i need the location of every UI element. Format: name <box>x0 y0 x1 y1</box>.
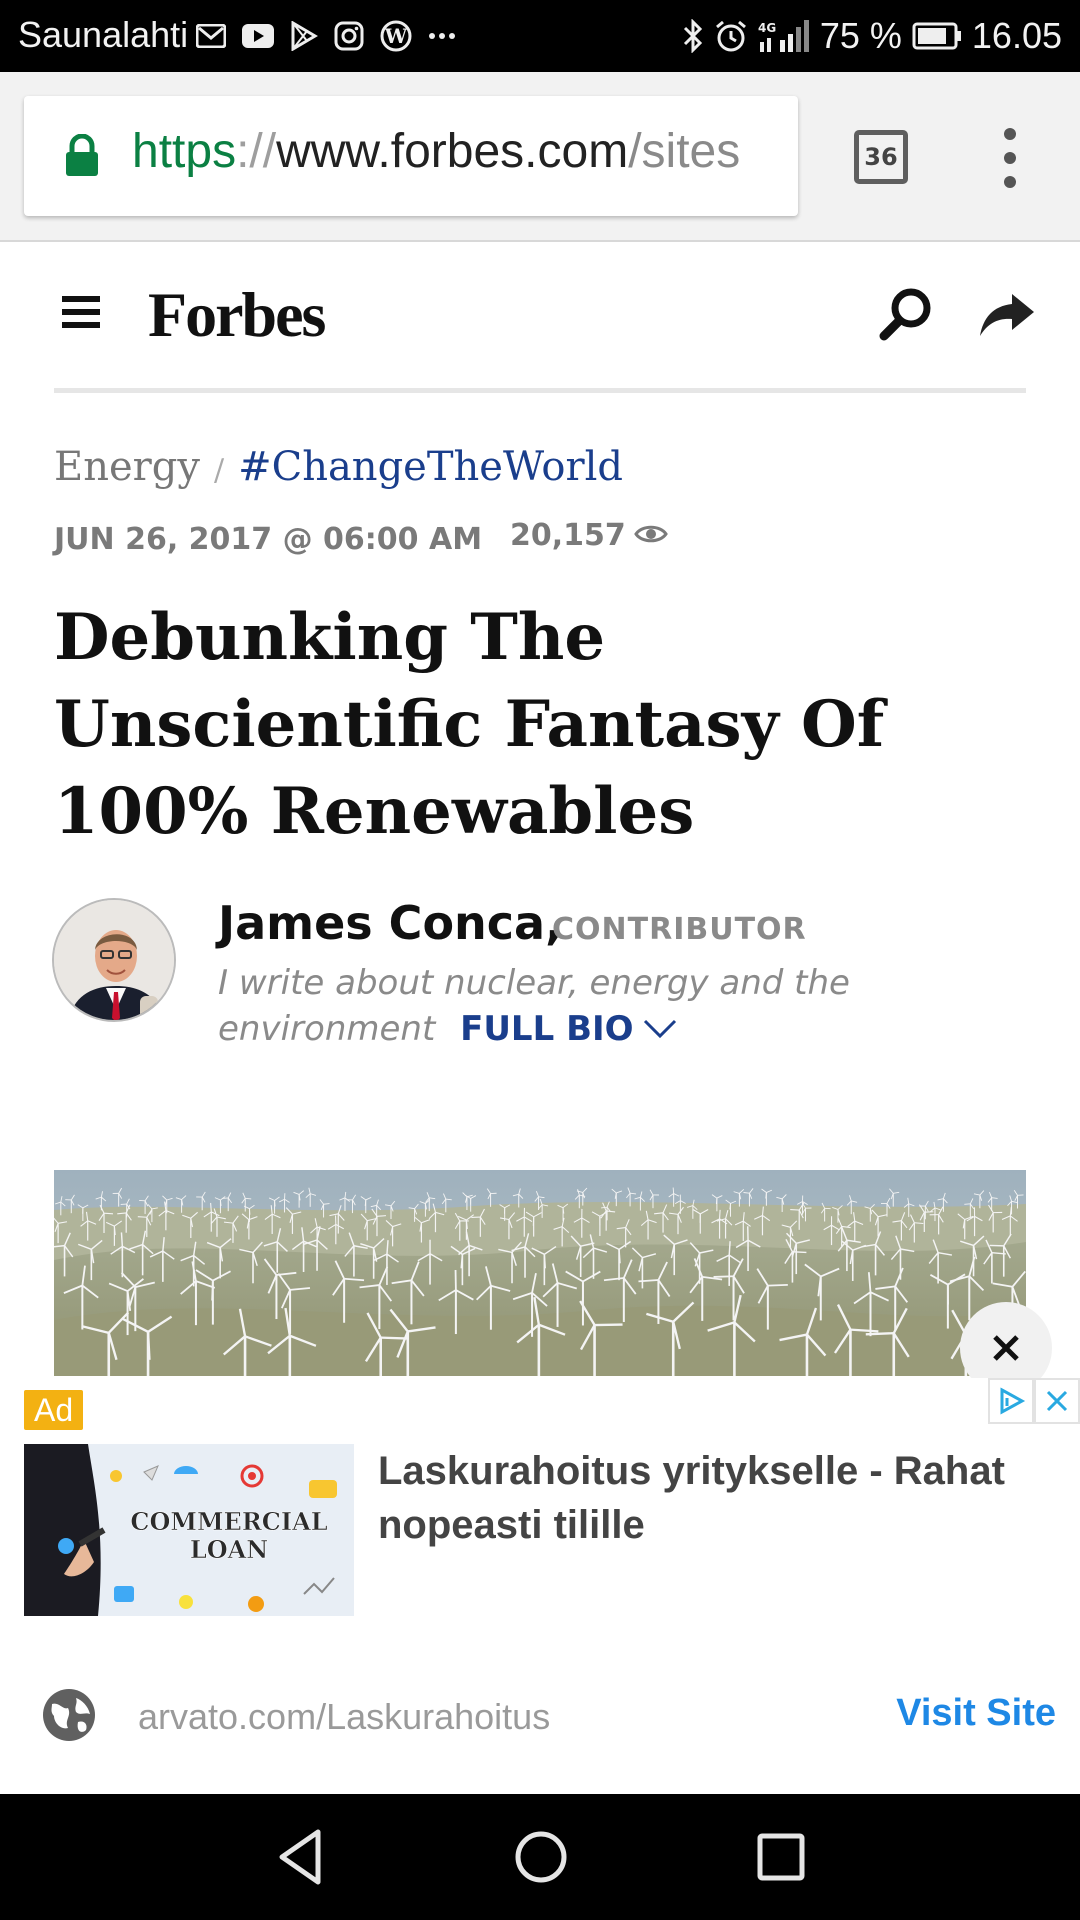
article-headline: Debunking The Unscientific Fantasy Of 10… <box>54 600 885 849</box>
secure-lock-icon[interactable] <box>64 133 100 183</box>
author-avatar[interactable] <box>52 898 176 1022</box>
visit-site-button[interactable]: Visit Site <box>896 1692 1056 1735</box>
close-icon <box>993 1335 1019 1361</box>
site-header: Forbes <box>0 244 1080 394</box>
play-store-icon <box>290 21 318 51</box>
header-divider <box>54 388 1026 393</box>
globe-icon <box>40 1686 98 1749</box>
search-icon[interactable] <box>878 286 934 347</box>
instagram-icon <box>334 21 364 51</box>
author-role: CONTRIBUTOR <box>552 912 807 947</box>
alarm-icon <box>714 19 748 53</box>
ad-title[interactable]: Laskurahoitus yritykselle - Rahat nopeas… <box>378 1444 1058 1552</box>
forbes-logo[interactable]: Forbes <box>148 278 326 352</box>
more-icon <box>428 32 456 40</box>
youtube-icon <box>242 24 274 48</box>
signal-4g-icon: 4G <box>758 18 810 54</box>
url-host: www.forbes.com <box>276 125 629 178</box>
ad-image[interactable]: COMMERCIAL LOAN <box>24 1444 354 1616</box>
carrier-name: Saunalahti <box>18 14 189 55</box>
url-path: /sites <box>628 125 741 178</box>
ad-banner[interactable]: Ad COMMERCIAL LOAN Laskurahoitus yrityks… <box>0 1378 1080 1794</box>
view-count-value: 20,157 <box>510 518 626 553</box>
breadcrumb: Energy / #ChangeTheWorld <box>54 444 623 490</box>
article-hero-image <box>54 1170 1026 1376</box>
adchoices-icon[interactable] <box>988 1378 1034 1424</box>
ad-choices[interactable] <box>988 1378 1080 1424</box>
url-scheme: https <box>132 125 237 178</box>
back-icon[interactable] <box>270 1824 330 1895</box>
svg-text:W: W <box>384 24 408 48</box>
browser-toolbar: https://www.forbes.com/sites 36 <box>0 72 1080 242</box>
status-bar: Saunalahti W 4G 75 % 16.05 <box>0 0 1080 72</box>
ad-close-icon[interactable] <box>1034 1378 1080 1424</box>
browser-menu-button[interactable] <box>994 128 1026 188</box>
url-text[interactable]: https://www.forbes.com/sites <box>132 124 740 179</box>
tab-switcher-button[interactable]: 36 <box>854 130 908 184</box>
full-bio-button[interactable]: FULL BIO <box>460 1006 677 1052</box>
wordpress-icon: W <box>380 20 412 52</box>
share-icon[interactable] <box>978 292 1036 343</box>
ad-domain[interactable]: arvato.com/Laskurahoitus <box>138 1696 550 1738</box>
svg-text:4G: 4G <box>758 21 776 35</box>
section-link[interactable]: Energy <box>54 444 200 490</box>
ad-image-text-line1: COMMERCIAL <box>130 1507 327 1536</box>
author-bio: I write about nuclear, energy and the en… <box>218 960 1038 1052</box>
breadcrumb-separator: / <box>213 453 225 488</box>
chevron-down-icon <box>643 1019 676 1039</box>
gmail-icon <box>196 24 226 48</box>
home-icon[interactable] <box>508 1824 574 1895</box>
battery-icon <box>912 22 962 50</box>
recents-icon[interactable] <box>748 1824 814 1895</box>
clock: 16.05 <box>971 15 1062 56</box>
url-separator: :// <box>236 125 277 178</box>
address-bar[interactable]: https://www.forbes.com/sites <box>24 96 798 216</box>
author-name[interactable]: James Conca, <box>218 896 563 950</box>
ad-badge: Ad <box>24 1390 84 1430</box>
battery-percent: 75 % <box>819 15 902 56</box>
notification-icons: W <box>196 18 456 54</box>
channel-link[interactable]: #ChangeTheWorld <box>238 444 623 490</box>
system-nav-bar <box>0 1794 1080 1920</box>
eye-icon <box>633 518 668 553</box>
bluetooth-icon <box>682 19 704 53</box>
ad-image-text-line2: LOAN <box>190 1535 268 1564</box>
view-count: 20,157 <box>510 518 668 553</box>
full-bio-label: FULL BIO <box>460 1009 634 1049</box>
hamburger-menu-icon[interactable] <box>62 296 102 328</box>
publish-date: JUN 26, 2017 @ 06:00 AM <box>54 522 483 557</box>
system-icons: 4G 75 % 16.05 <box>682 12 1062 60</box>
